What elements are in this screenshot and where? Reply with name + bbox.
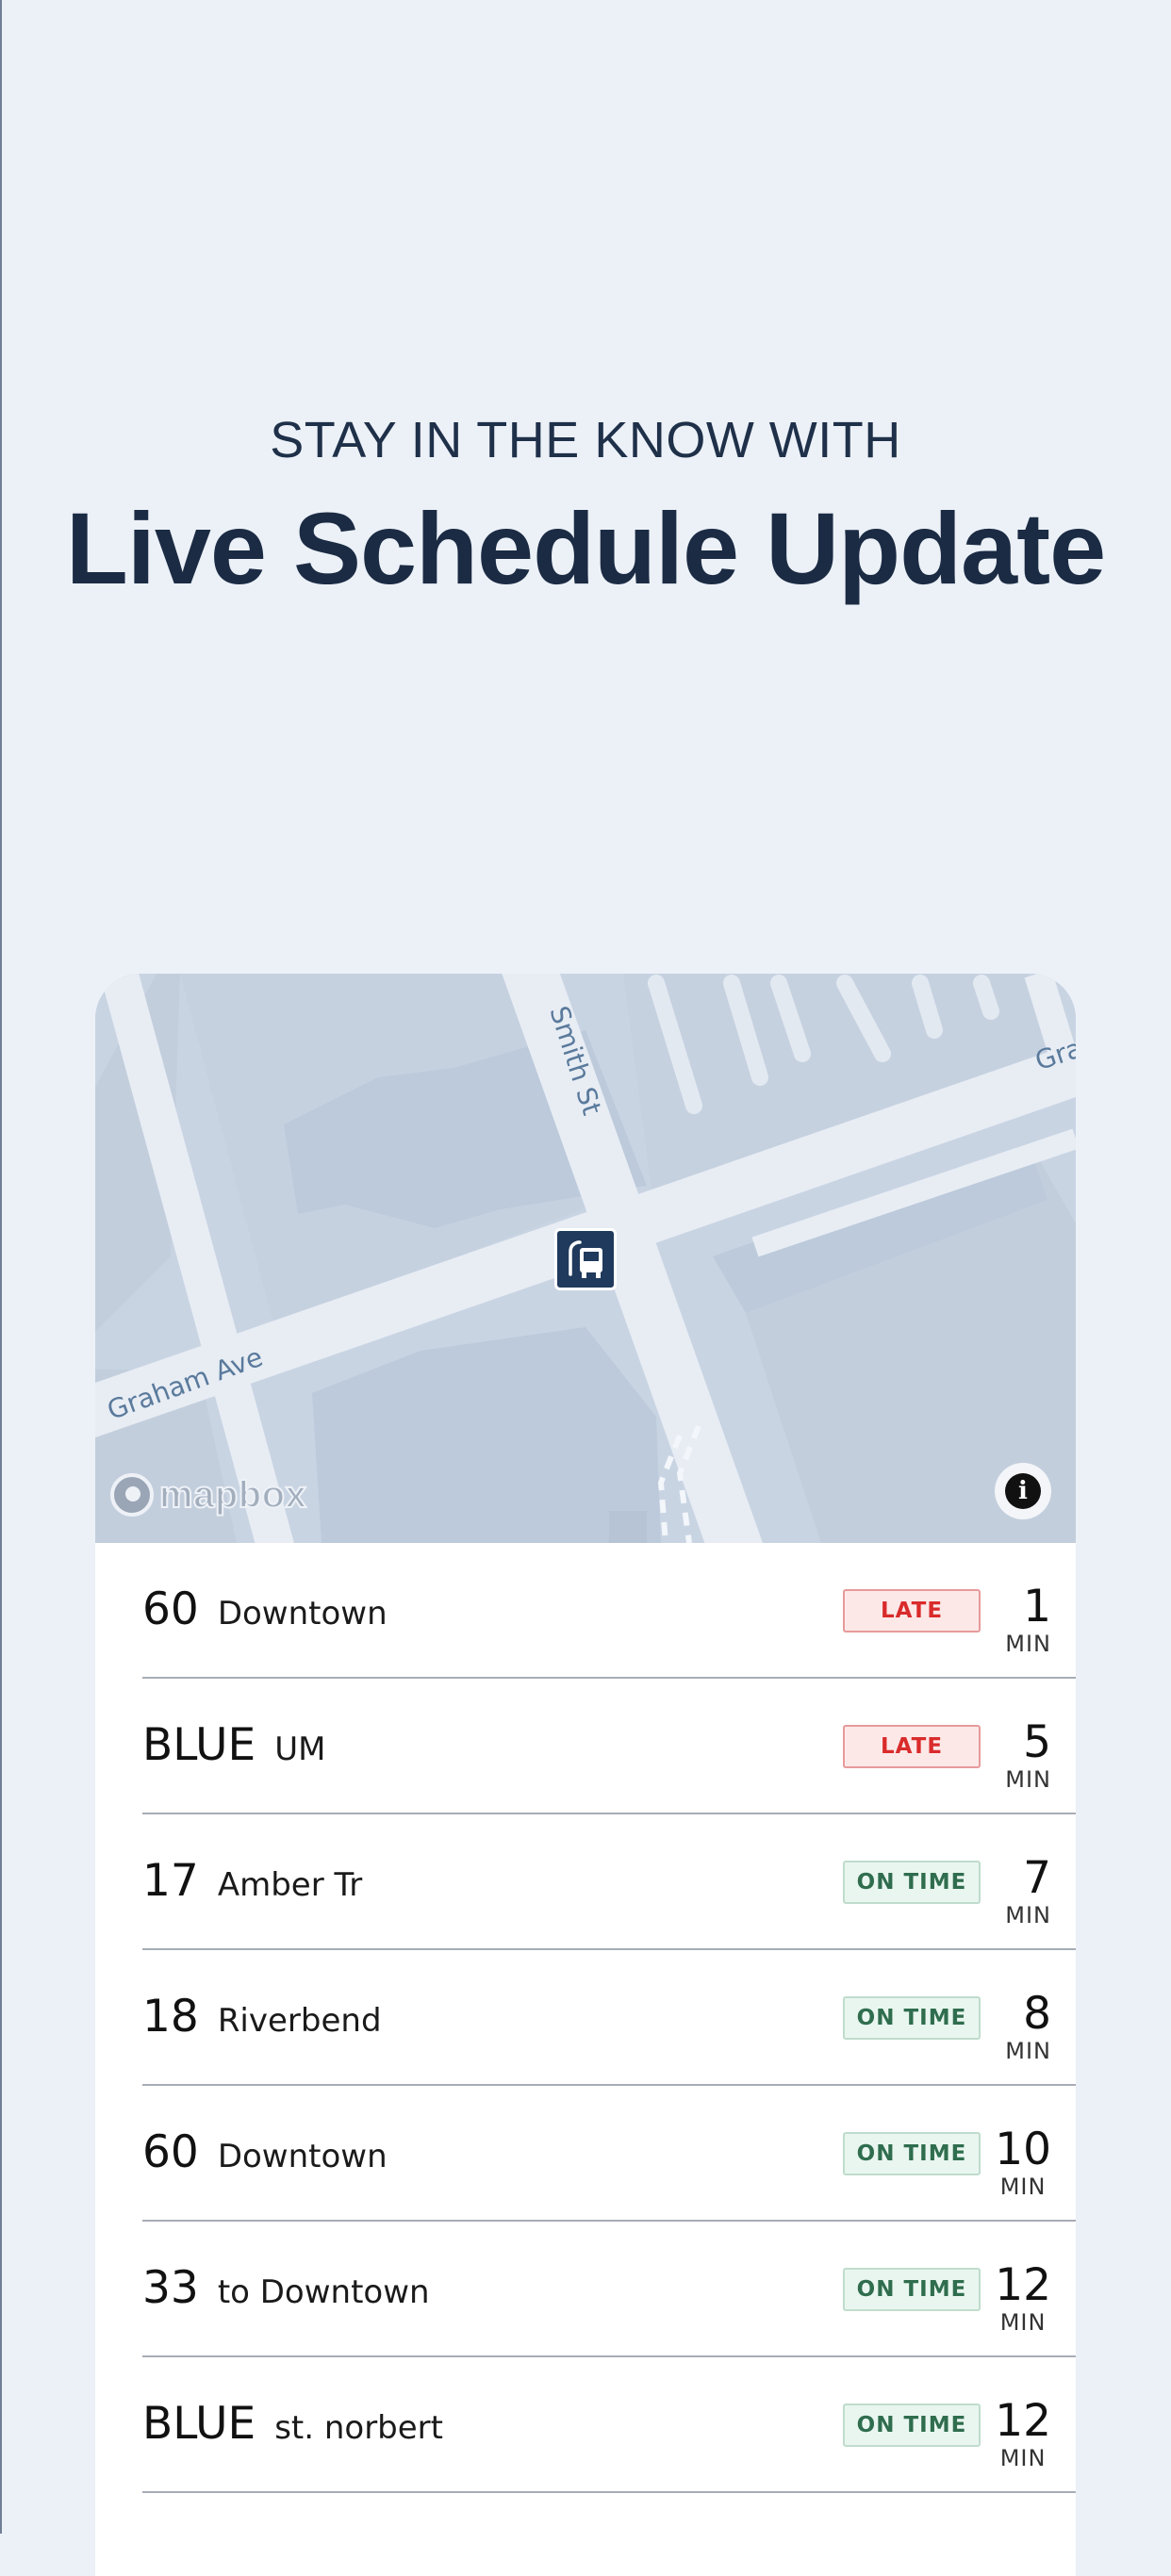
eta-minutes: 5	[1023, 1716, 1051, 1768]
status-badge: LATE	[843, 1589, 981, 1633]
departure-row[interactable]: 60 Downtown ON TIME 10 MIN	[142, 2086, 1076, 2222]
eta-minutes: 12	[995, 2395, 1051, 2447]
departure-row[interactable]: BLUE st. norbert ON TIME 12 MIN	[142, 2357, 1076, 2493]
left-edge-divider	[0, 0, 2, 2534]
mapbox-logo-icon	[110, 1473, 154, 1517]
eta-unit: MIN	[1005, 1902, 1051, 1928]
eta-minutes: 1	[1023, 1581, 1051, 1633]
departures-list: 60 Downtown LATE 1 MIN BLUE UM LATE 5 MI…	[142, 1543, 1076, 2493]
eta-minutes: 8	[1023, 1988, 1051, 2040]
bus-icon	[569, 1240, 602, 1278]
route-number: BLUE UM	[142, 1718, 325, 1777]
route-number: BLUE st. norbert	[142, 2397, 443, 2455]
hero-header: STAY IN THE KNOW WITH Live Schedule Upda…	[0, 415, 1171, 599]
hero-title: Live Schedule Update	[65, 491, 1106, 605]
eta-minutes: 12	[995, 2259, 1051, 2311]
route-number: 33 to Downtown	[142, 2261, 430, 2320]
eta: 5 MIN	[1005, 1716, 1051, 1793]
eta-unit: MIN	[999, 2445, 1047, 2471]
mapbox-logo-text: mapbox	[158, 1473, 307, 1517]
departure-row[interactable]: 18 Riverbend ON TIME 8 MIN	[142, 1950, 1076, 2086]
route-id: BLUE	[142, 2398, 256, 2450]
route-id: 60	[142, 2126, 199, 2178]
route-id: 18	[142, 1991, 199, 2043]
route-destination: Riverbend	[217, 2002, 382, 2040]
departure-row[interactable]: BLUE UM LATE 5 MIN	[142, 1679, 1076, 1814]
schedule-card: Smith St Graham Ave Gra mapbox i 60 Down…	[95, 974, 1076, 2576]
eta: 12 MIN	[995, 2395, 1051, 2471]
route-destination: Downtown	[217, 1595, 388, 1633]
status-badge: ON TIME	[843, 1996, 981, 2040]
route-number: 18 Riverbend	[142, 1990, 382, 2048]
route-id: 60	[142, 1583, 199, 1635]
eta-unit: MIN	[1005, 2038, 1051, 2064]
map-view[interactable]: Smith St Graham Ave Gra mapbox i	[95, 974, 1076, 1543]
departure-row[interactable]: 60 Downtown LATE 1 MIN	[142, 1543, 1076, 1679]
eta-unit: MIN	[1005, 1766, 1051, 1793]
eta: 12 MIN	[995, 2259, 1051, 2336]
eta: 10 MIN	[995, 2124, 1051, 2200]
map-info-button[interactable]: i	[995, 1463, 1051, 1519]
status-badge: ON TIME	[843, 2404, 981, 2447]
bus-location-marker[interactable]	[554, 1228, 617, 1290]
hero-kicker: STAY IN THE KNOW WITH	[270, 412, 901, 468]
eta: 8 MIN	[1005, 1988, 1051, 2064]
route-destination: st. norbert	[274, 2409, 443, 2447]
eta-minutes: 7	[1023, 1852, 1051, 1904]
status-badge: ON TIME	[843, 2132, 981, 2175]
route-number: 60 Downtown	[142, 1583, 388, 1641]
eta-unit: MIN	[999, 2174, 1047, 2200]
route-number: 60 Downtown	[142, 2125, 388, 2184]
status-badge: ON TIME	[843, 1861, 981, 1904]
info-icon: i	[1005, 1473, 1041, 1509]
status-badge: LATE	[843, 1725, 981, 1768]
eta: 7 MIN	[1005, 1854, 1051, 1928]
departure-row[interactable]: 17 Amber Tr ON TIME 7 MIN	[142, 1814, 1076, 1950]
route-id: 17	[142, 1855, 199, 1907]
eta-unit: MIN	[999, 2309, 1047, 2336]
route-destination: to Downtown	[217, 2273, 430, 2311]
eta-unit: MIN	[1005, 1631, 1051, 1657]
route-id: 33	[142, 2262, 199, 2314]
departure-row[interactable]: 33 to Downtown ON TIME 12 MIN	[142, 2222, 1076, 2357]
route-number: 17 Amber Tr	[142, 1854, 362, 1912]
eta-minutes: 10	[995, 2124, 1051, 2175]
route-destination: Amber Tr	[217, 1866, 363, 1904]
route-id: BLUE	[142, 1719, 256, 1771]
status-badge: ON TIME	[843, 2268, 981, 2311]
route-destination: UM	[274, 1731, 326, 1768]
eta: 1 MIN	[1005, 1581, 1051, 1657]
mapbox-attribution[interactable]: mapbox	[110, 1470, 307, 1519]
route-destination: Downtown	[217, 2138, 388, 2175]
